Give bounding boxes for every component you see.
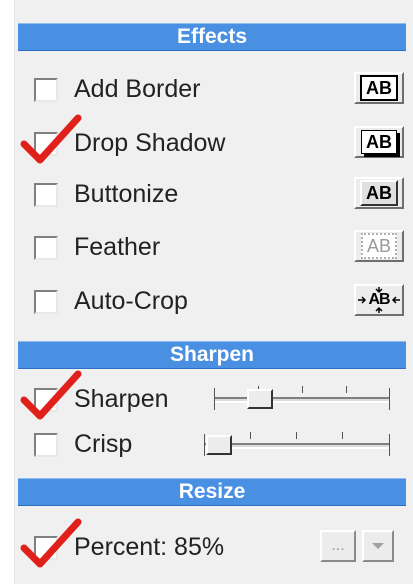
feather-option[interactable]: Feather AB xyxy=(34,230,404,264)
add-border-preview-button[interactable]: AB xyxy=(354,72,404,104)
add-border-option[interactable]: Add Border AB xyxy=(34,72,404,106)
slider-tick xyxy=(342,432,343,439)
slider-tick xyxy=(214,388,215,410)
slider-tick xyxy=(389,388,390,410)
buttonize-checkbox[interactable] xyxy=(34,183,58,207)
drop-shadow-checkbox[interactable] xyxy=(34,132,58,156)
drop-shadow-option[interactable]: Drop Shadow AB xyxy=(20,114,404,164)
slider-tick xyxy=(204,434,205,456)
sharpen-section-header: Sharpen xyxy=(18,341,406,369)
percent-option[interactable]: Percent: 85% ... xyxy=(20,518,404,568)
percent-checkbox[interactable] xyxy=(34,536,58,560)
feather-label: Feather xyxy=(74,233,161,261)
feather-checkbox[interactable] xyxy=(34,236,58,260)
resize-header-label: Resize xyxy=(178,480,246,503)
drop-shadow-label: Drop Shadow xyxy=(74,129,226,157)
add-border-label: Add Border xyxy=(74,75,201,103)
crisp-slider[interactable] xyxy=(204,430,390,460)
sharpen-label: Sharpen xyxy=(74,385,169,413)
feather-preview-button[interactable]: AB xyxy=(354,230,404,262)
resize-section-header: Resize xyxy=(18,478,406,506)
sharpen-slider-thumb[interactable] xyxy=(247,389,273,409)
browse-button-label: ... xyxy=(331,537,345,554)
slider-tick xyxy=(346,386,347,393)
sharpen-header-label: Sharpen xyxy=(169,343,255,366)
crisp-label: Crisp xyxy=(74,430,133,458)
slider-track xyxy=(214,397,390,403)
chevron-down-icon xyxy=(372,543,384,549)
buttonize-preview-text: AB xyxy=(360,180,398,206)
crisp-slider-thumb[interactable] xyxy=(206,435,232,455)
percent-dropdown-button[interactable] xyxy=(362,530,394,562)
feather-preview-text: AB xyxy=(360,233,397,259)
percent-browse-button[interactable]: ... xyxy=(320,530,356,562)
buttonize-label: Buttonize xyxy=(74,180,179,208)
effects-header-label: Effects xyxy=(176,25,248,48)
auto-crop-label: Auto-Crop xyxy=(74,287,188,315)
auto-crop-checkbox[interactable] xyxy=(34,290,58,314)
effects-section-header: Effects xyxy=(18,23,406,51)
drop-shadow-preview-button[interactable]: AB xyxy=(354,126,404,158)
drop-shadow-preview-text: AB xyxy=(361,130,397,154)
auto-crop-option[interactable]: Auto-Crop AB xyxy=(34,284,404,318)
slider-tick xyxy=(302,386,303,393)
crisp-checkbox[interactable] xyxy=(34,433,58,457)
slider-tick xyxy=(296,432,297,439)
buttonize-option[interactable]: Buttonize AB xyxy=(34,177,404,211)
percent-label: Percent: 85% xyxy=(74,533,225,561)
slider-tick xyxy=(250,432,251,439)
add-border-checkbox[interactable] xyxy=(34,78,58,102)
auto-crop-preview-text: AB xyxy=(368,291,390,308)
slider-tick xyxy=(389,434,390,456)
add-border-preview-text: AB xyxy=(360,75,398,101)
buttonize-preview-button[interactable]: AB xyxy=(354,177,404,209)
auto-crop-preview-button[interactable]: AB xyxy=(354,284,404,316)
sharpen-slider[interactable] xyxy=(214,384,390,414)
sharpen-checkbox[interactable] xyxy=(34,388,58,412)
